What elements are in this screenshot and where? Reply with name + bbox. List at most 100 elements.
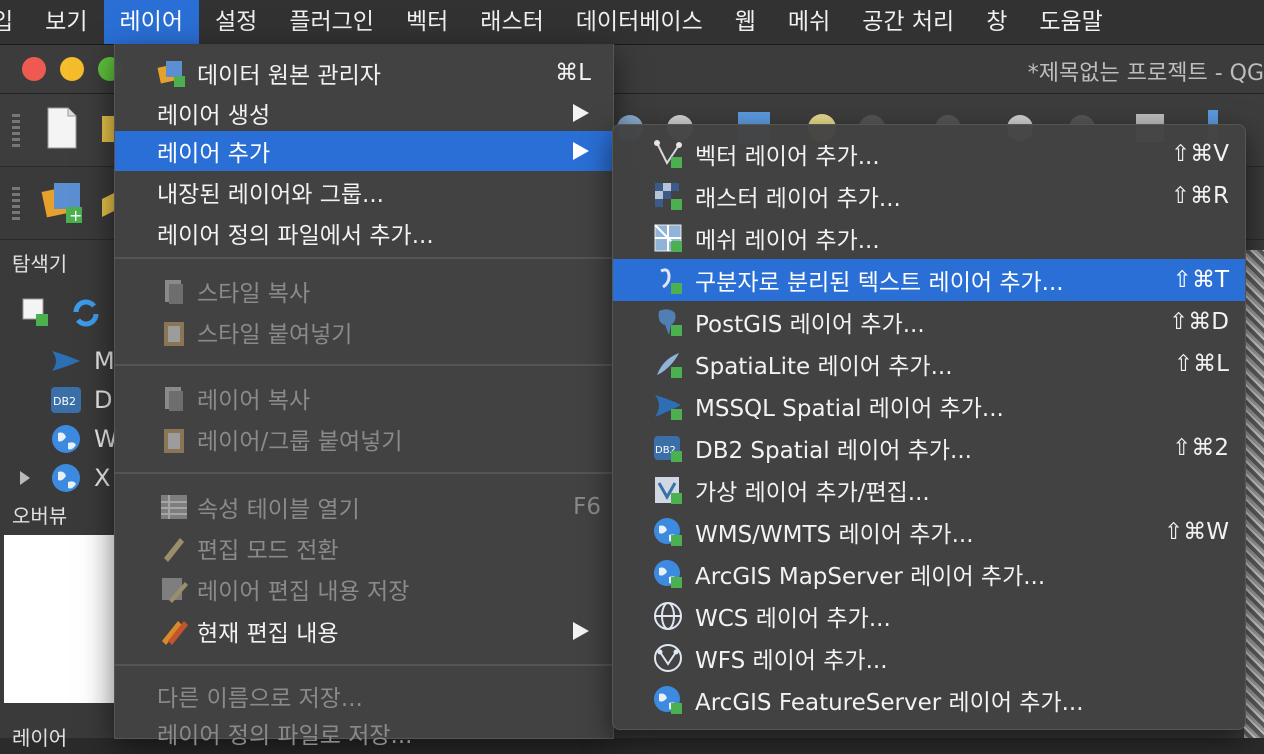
- arcgis-featureserver-icon: [654, 686, 682, 714]
- menu-item-label: WMS/WMTS 레이어 추가...: [695, 522, 974, 548]
- menu-item-current-edits[interactable]: 현재 편집 내용: [115, 610, 613, 652]
- menu-separator: [115, 257, 613, 259]
- menubar-item-mesh[interactable]: 메쉬: [772, 0, 846, 44]
- menu-separator: [115, 664, 613, 666]
- menubar-item-edit[interactable]: 입: [0, 0, 29, 44]
- close-window-button[interactable]: [22, 57, 46, 81]
- mssql-icon: [655, 395, 682, 420]
- db2-icon: DB2: [51, 387, 81, 413]
- refresh-icon[interactable]: [70, 298, 102, 328]
- submenu-item-add-raster-layer[interactable]: 래스터 레이어 추가... ⇧⌘R: [613, 175, 1245, 217]
- submenu-item-add-wcs-layer[interactable]: WCS 레이어 추가...: [613, 595, 1245, 637]
- menu-item-toggle-editing[interactable]: 편집 모드 전환: [115, 527, 613, 569]
- raster-layer-icon: [655, 183, 682, 210]
- menubar-item-processing[interactable]: 공간 처리: [846, 0, 970, 44]
- submenu-item-add-mssql-layer[interactable]: MSSQL Spatial 레이어 추가...: [613, 385, 1245, 427]
- menu-item-label: 래스터 레이어 추가...: [695, 186, 901, 212]
- shortcut-label: ⇧⌘R: [1170, 183, 1229, 209]
- toolbar-grip-icon[interactable]: [12, 187, 20, 221]
- expand-arrow-icon[interactable]: [20, 471, 30, 485]
- submenu-item-add-arcgis-featureserver-layer[interactable]: ArcGIS FeatureServer 레이어 추가...: [613, 679, 1245, 721]
- menu-item-label: 레이어/그룹 붙여넣기: [197, 429, 403, 455]
- menu-item-label: SpatiaLite 레이어 추가...: [695, 354, 953, 380]
- submenu-item-add-postgis-layer[interactable]: PostGIS 레이어 추가... ⇧⌘D: [613, 301, 1245, 343]
- submenu-item-add-arcgis-mapserver-layer[interactable]: ArcGIS MapServer 레이어 추가...: [613, 553, 1245, 595]
- shortcut-label: ⌘L: [555, 60, 591, 86]
- shortcut-label: ⇧⌘V: [1170, 141, 1229, 167]
- menubar-item-raster[interactable]: 래스터: [464, 0, 559, 44]
- mesh-layer-icon: [654, 224, 682, 252]
- wms-icon: [654, 518, 682, 546]
- submenu-arrow-icon: [573, 142, 589, 160]
- menubar-item-layer[interactable]: 레이어: [103, 0, 199, 44]
- menu-item-open-attribute-table[interactable]: 속성 테이블 열기 F6: [115, 486, 613, 528]
- menu-item-label: 내장된 레이어와 그룹...: [157, 182, 384, 208]
- browser-item-wms[interactable]: W: [50, 423, 118, 455]
- menu-item-data-source-manager[interactable]: 데이터 원본 관리자 ⌘L: [115, 52, 613, 94]
- map-canvas[interactable]: [1244, 250, 1264, 738]
- data-source-manager-icon[interactable]: +: [40, 179, 88, 225]
- menu-item-label: WFS 레이어 추가...: [695, 648, 888, 674]
- submenu-arrow-icon: [573, 104, 589, 122]
- browser-item-mssql[interactable]: M: [50, 345, 115, 377]
- submenu-item-add-wms-layer[interactable]: WMS/WMTS 레이어 추가... ⇧⌘W: [613, 511, 1245, 553]
- menu-item-label: 속성 테이블 열기: [197, 497, 360, 523]
- spatialite-icon: [657, 353, 682, 378]
- current-edits-icon: [162, 621, 188, 645]
- submenu-item-add-spatialite-layer[interactable]: SpatiaLite 레이어 추가... ⇧⌘L: [613, 343, 1245, 385]
- menu-item-label: 메쉬 레이어 추가...: [695, 228, 880, 254]
- layer-menu: 데이터 원본 관리자 ⌘L 레이어 생성 레이어 추가 내장된 레이어와 그룹.…: [114, 44, 614, 749]
- menu-item-save-as-definition-file[interactable]: 레이어 정의 파일로 저장...: [115, 712, 613, 754]
- menubar-item-view[interactable]: 보기: [29, 0, 103, 44]
- menu-item-label: 레이어 추가: [157, 141, 271, 167]
- menu-item-label: 스타일 붙여넣기: [197, 322, 353, 348]
- svg-text:DB2: DB2: [53, 395, 76, 408]
- globe-icon: [52, 425, 80, 453]
- new-project-icon[interactable]: [46, 106, 78, 150]
- submenu-item-add-vector-layer[interactable]: 벡터 레이어 추가... ⇧⌘V: [613, 133, 1245, 175]
- table-icon: [161, 495, 187, 519]
- add-selected-layers-icon[interactable]: [22, 298, 50, 328]
- menu-item-embed-layers[interactable]: 내장된 레이어와 그룹...: [115, 171, 613, 213]
- menu-item-label: 현재 편집 내용: [197, 621, 339, 647]
- menubar-item-vector[interactable]: 벡터: [390, 0, 464, 44]
- submenu-item-add-delimited-text-layer[interactable]: 구분자로 분리된 텍스트 레이어 추가... ⇧⌘T: [613, 259, 1245, 301]
- menubar-item-plugins[interactable]: 플러그인: [273, 0, 390, 44]
- browser-panel-title: 탐색기: [12, 252, 68, 276]
- menu-item-paste-layer[interactable]: 레이어/그룹 붙여넣기: [115, 418, 613, 460]
- copy-icon: [165, 387, 183, 411]
- svg-text:+: +: [69, 206, 82, 225]
- submenu-item-add-virtual-layer[interactable]: 가상 레이어 추가/편집...: [613, 469, 1245, 511]
- menu-item-label: 데이터 원본 관리자: [197, 63, 381, 89]
- submenu-item-add-db2-layer[interactable]: DB2 DB2 Spatial 레이어 추가... ⇧⌘2: [613, 427, 1245, 469]
- paste-icon: [164, 322, 184, 346]
- menu-item-save-as[interactable]: 다른 이름으로 저장...: [115, 675, 613, 717]
- menu-item-copy-style[interactable]: 스타일 복사: [115, 270, 613, 312]
- menu-item-add-from-definition-file[interactable]: 레이어 정의 파일에서 추가...: [115, 212, 613, 254]
- postgis-icon: [658, 309, 682, 336]
- menu-item-label: 가상 레이어 추가/편집...: [695, 480, 930, 506]
- submenu-item-add-wfs-layer[interactable]: WFS 레이어 추가...: [613, 637, 1245, 679]
- submenu-item-add-mesh-layer[interactable]: 메쉬 레이어 추가...: [613, 217, 1245, 259]
- minimize-window-button[interactable]: [60, 57, 84, 81]
- menubar-item-web[interactable]: 웹: [719, 0, 772, 44]
- menu-item-create-layer[interactable]: 레이어 생성: [115, 92, 613, 134]
- menu-item-label: 레이어 정의 파일로 저장...: [157, 723, 413, 749]
- menubar-item-settings[interactable]: 설정: [199, 0, 273, 44]
- menu-item-paste-style[interactable]: 스타일 붙여넣기: [115, 311, 613, 353]
- menu-separator: [115, 472, 613, 474]
- shortcut-label: ⇧⌘W: [1163, 519, 1229, 545]
- shortcut-label: F6: [573, 494, 601, 520]
- toolbar-grip-icon[interactable]: [12, 114, 20, 148]
- menu-item-copy-layer[interactable]: 레이어 복사: [115, 377, 613, 419]
- menubar-item-help[interactable]: 도움말: [1023, 0, 1118, 44]
- browser-item-db2[interactable]: DB2 D: [50, 384, 112, 416]
- menu-item-add-layer[interactable]: 레이어 추가: [115, 131, 613, 171]
- menu-item-save-layer-edits[interactable]: 레이어 편집 내용 저장: [115, 568, 613, 610]
- open-project-icon[interactable]: [100, 114, 114, 144]
- arcgis-mapserver-icon: [654, 560, 682, 588]
- menubar-item-window[interactable]: 창: [970, 0, 1023, 44]
- overview-map[interactable]: [4, 535, 114, 703]
- menubar-item-database[interactable]: 데이터베이스: [560, 0, 719, 44]
- browser-item-xyz[interactable]: X: [50, 462, 110, 494]
